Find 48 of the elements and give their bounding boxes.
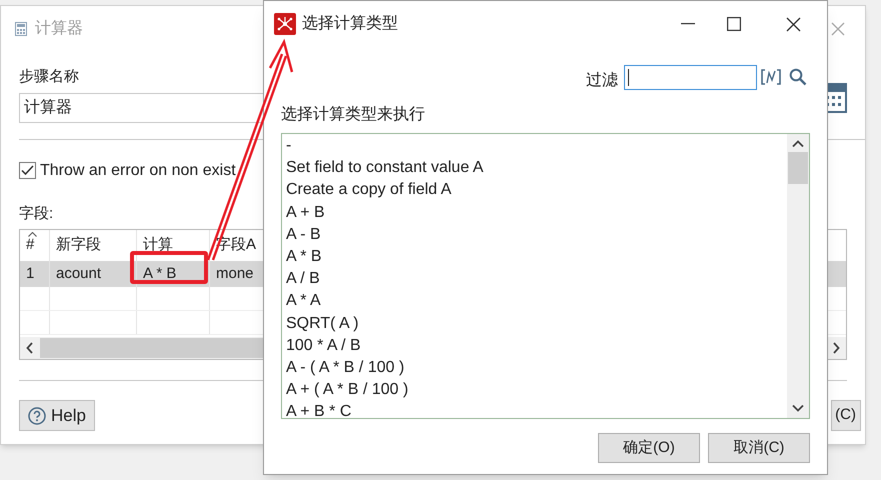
- window-title: 计算器: [35, 18, 83, 39]
- column-header[interactable]: 计算: [143, 234, 173, 256]
- step-name-label: 步骤名称: [19, 67, 79, 87]
- help-button[interactable]: Help: [19, 400, 95, 431]
- vertical-scrollbar[interactable]: [787, 134, 809, 418]
- list-item[interactable]: A + B: [286, 202, 787, 224]
- error-checkbox[interactable]: [19, 162, 36, 179]
- network-icon: [274, 13, 296, 35]
- list-item[interactable]: A - ( A * B / 100 ): [286, 357, 787, 380]
- minimize-icon[interactable]: [681, 23, 695, 25]
- checkbox-label: Throw an error on non exist: [40, 160, 236, 180]
- list-item[interactable]: A * A: [286, 290, 787, 313]
- table-cell-text: acount: [56, 264, 102, 284]
- calculator-icon: [15, 22, 27, 36]
- sort-icon[interactable]: [28, 232, 37, 237]
- dialog-title: 选择计算类型: [302, 14, 398, 34]
- list-item[interactable]: A + B * C: [286, 401, 787, 418]
- column-header[interactable]: 新字段: [56, 234, 101, 256]
- scroll-down-icon[interactable]: [792, 404, 804, 412]
- list-item[interactable]: A - B: [286, 224, 787, 246]
- list-label: 选择计算类型来执行: [281, 104, 426, 125]
- help-icon: [28, 406, 46, 424]
- dialog-button[interactable]: 取消(C): [708, 433, 810, 463]
- fields-label: 字段:: [19, 204, 54, 224]
- scroll-thumb[interactable]: [788, 152, 808, 184]
- table-cell-text: A * B: [143, 264, 176, 284]
- filter-label: 过滤: [586, 70, 618, 91]
- table-cell-text: mone: [216, 264, 254, 284]
- search-icon[interactable]: [789, 68, 807, 86]
- table-cell-text: 1: [26, 264, 34, 284]
- scroll-left-icon[interactable]: [26, 342, 34, 354]
- list-item[interactable]: A / B: [286, 268, 787, 290]
- list-item[interactable]: Create a copy of field A: [286, 179, 787, 202]
- filter-field[interactable]: [624, 64, 757, 90]
- dialog-button[interactable]: 确定(O): [598, 433, 700, 463]
- list-item[interactable]: -: [286, 135, 787, 158]
- close-icon[interactable]: [786, 16, 801, 32]
- scroll-right-icon[interactable]: [832, 342, 840, 354]
- column-header[interactable]: #: [26, 234, 34, 256]
- cancel-button[interactable]: (C): [831, 400, 861, 431]
- scroll-up-icon[interactable]: [792, 140, 804, 148]
- list-item[interactable]: Set field to constant value A: [286, 157, 787, 180]
- list-item[interactable]: A * B: [286, 246, 787, 268]
- list-item[interactable]: SQRT( A ): [286, 312, 787, 335]
- list-item[interactable]: A + ( A * B / 100 ): [286, 379, 787, 402]
- regex-icon[interactable]: [761, 68, 781, 86]
- list-item[interactable]: 100 * A / B: [286, 334, 787, 358]
- maximize-icon[interactable]: [727, 17, 741, 31]
